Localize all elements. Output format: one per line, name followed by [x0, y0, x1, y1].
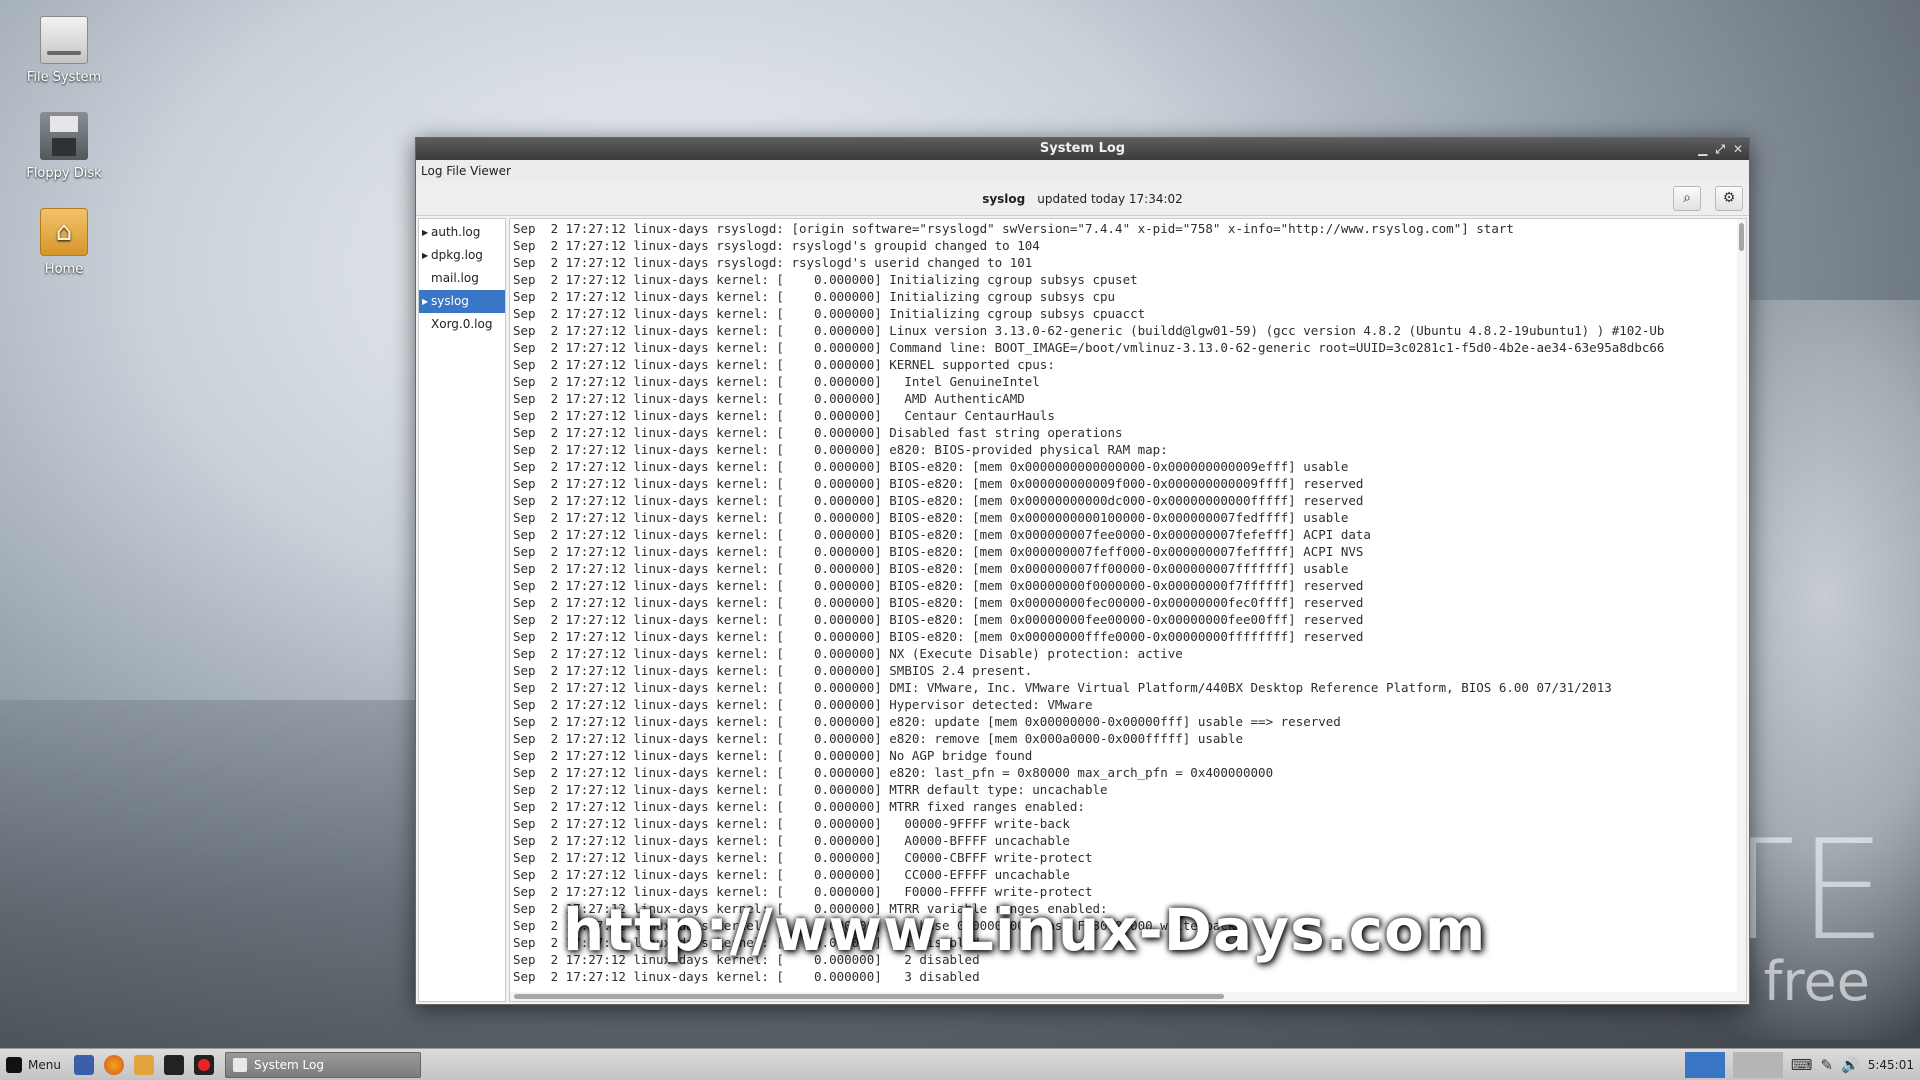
header-updated: updated today 17:34:02 [1037, 192, 1183, 206]
log-line[interactable]: Sep 2 17:27:12 linux-days kernel: [ 0.00… [513, 866, 1746, 883]
log-line[interactable]: Sep 2 17:27:12 linux-days kernel: [ 0.00… [513, 526, 1746, 543]
log-line[interactable]: Sep 2 17:27:12 linux-days kernel: [ 0.00… [513, 390, 1746, 407]
system-log-window: System Log ▁ ⤢ ✕ Log File Viewer syslog u… [415, 137, 1750, 1005]
log-line[interactable]: Sep 2 17:27:12 linux-days kernel: [ 0.00… [513, 288, 1746, 305]
log-file-list: ▶ auth.log ▶ dpkg.log mail.log ▶ syslog Xor… [418, 218, 506, 1002]
window-titlebar[interactable]: System Log ▁ ⤢ ✕ [416, 138, 1749, 160]
search-icon: ⌕ [1683, 190, 1691, 206]
start-menu-button[interactable]: Menu [0, 1049, 69, 1080]
log-lines: Sep 2 17:27:12 linux-days rsyslogd: [ori… [510, 219, 1746, 985]
file-item-mail-log[interactable]: mail.log [419, 267, 505, 290]
log-line[interactable]: Sep 2 17:27:12 linux-days kernel: [ 0.00… [513, 424, 1746, 441]
file-item-auth-log[interactable]: ▶ auth.log [419, 221, 505, 244]
log-line[interactable]: Sep 2 17:27:12 linux-days kernel: [ 0.00… [513, 781, 1746, 798]
log-line[interactable]: Sep 2 17:27:12 linux-days kernel: [ 0.00… [513, 645, 1746, 662]
log-line[interactable]: Sep 2 17:27:12 linux-days rsyslogd: rsys… [513, 254, 1746, 271]
log-line[interactable]: Sep 2 17:27:12 linux-days rsyslogd: [ori… [513, 220, 1746, 237]
log-line[interactable]: Sep 2 17:27:12 linux-days kernel: [ 0.00… [513, 441, 1746, 458]
workspace-1[interactable] [1684, 1051, 1725, 1078]
log-line[interactable]: Sep 2 17:27:12 linux-days kernel: [ 0.00… [513, 322, 1746, 339]
volume-icon[interactable]: 🔊 [1841, 1056, 1860, 1074]
record-icon[interactable] [193, 1054, 214, 1075]
log-line[interactable]: Sep 2 17:27:12 linux-days kernel: [ 0.00… [513, 713, 1746, 730]
window-title: System Log [1039, 141, 1126, 156]
desktop-icon-floppy-disk[interactable]: Floppy Disk [20, 112, 108, 181]
log-line[interactable]: Sep 2 17:27:12 linux-days kernel: [ 0.00… [513, 628, 1746, 645]
log-line[interactable]: Sep 2 17:27:12 linux-days kernel: [ 0.00… [513, 458, 1746, 475]
log-line[interactable]: Sep 2 17:27:12 linux-days kernel: [ 0.00… [513, 492, 1746, 509]
taskbar: Menu System Log ⌨ ✎ 🔊 5:45:01 [0, 1048, 1920, 1080]
desktop-icon-label: File System [26, 70, 102, 85]
log-line[interactable]: Sep 2 17:27:12 linux-days kernel: [ 0.00… [513, 577, 1746, 594]
log-line[interactable]: Sep 2 17:27:12 linux-days kernel: [ 0.00… [513, 730, 1746, 747]
log-line[interactable]: Sep 2 17:27:12 linux-days kernel: [ 0.00… [513, 815, 1746, 832]
minimize-icon[interactable]: ▁ [1698, 138, 1707, 160]
file-item-dpkg-log[interactable]: ▶ dpkg.log [419, 244, 505, 267]
drive-icon [40, 16, 88, 64]
close-icon[interactable]: ✕ [1733, 138, 1743, 160]
file-manager-icon[interactable] [73, 1054, 94, 1075]
log-line[interactable]: Sep 2 17:27:12 linux-days rsyslogd: rsys… [513, 237, 1746, 254]
log-line[interactable]: Sep 2 17:27:12 linux-days kernel: [ 0.00… [513, 968, 1746, 985]
network-icon[interactable]: ✎ [1820, 1056, 1833, 1074]
horizontal-scrollbar[interactable] [510, 992, 1737, 1001]
log-line[interactable]: Sep 2 17:27:12 linux-days kernel: [ 0.00… [513, 339, 1746, 356]
desktop-icon-label: Home [44, 262, 84, 277]
expand-arrow-icon[interactable]: ▶ [422, 290, 428, 313]
firefox-icon[interactable] [103, 1054, 124, 1075]
log-line[interactable]: Sep 2 17:27:12 linux-days kernel: [ 0.00… [513, 305, 1746, 322]
desktop-icon-home[interactable]: Home [20, 208, 108, 277]
log-line[interactable]: Sep 2 17:27:12 linux-days kernel: [ 0.00… [513, 509, 1746, 526]
log-line[interactable]: Sep 2 17:27:12 linux-days kernel: [ 0.00… [513, 373, 1746, 390]
header-file-name: syslog [982, 192, 1026, 206]
header-title: syslog updated today 17:34:02 [416, 182, 1749, 216]
search-button[interactable]: ⌕ [1673, 186, 1701, 211]
log-line[interactable]: Sep 2 17:27:12 linux-days kernel: [ 0.00… [513, 407, 1746, 424]
clock[interactable]: 5:45:01 [1868, 1058, 1914, 1072]
folder-icon[interactable] [133, 1054, 154, 1075]
task-button-system-log[interactable]: System Log [224, 1051, 421, 1078]
desktop-icon-label: Floppy Disk [26, 166, 102, 181]
maximize-icon[interactable]: ⤢ [1715, 138, 1725, 160]
gear-icon: ⚙ [1722, 190, 1736, 206]
menu-log-file-viewer[interactable]: Log File Viewer [421, 164, 511, 178]
vertical-scrollbar[interactable] [1737, 219, 1746, 1001]
scroll-thumb[interactable] [1739, 223, 1744, 251]
log-line[interactable]: Sep 2 17:27:12 linux-days kernel: [ 0.00… [513, 560, 1746, 577]
system-tray: ⌨ ✎ 🔊 5:45:01 [1684, 1049, 1920, 1080]
menu-logo-icon [6, 1056, 22, 1073]
log-line[interactable]: Sep 2 17:27:12 linux-days kernel: [ 0.00… [513, 696, 1746, 713]
watermark: http://www.Linux-Days.com [563, 896, 1487, 964]
desktop-icon-file-system[interactable]: File System [20, 16, 108, 85]
menubar: Log File Viewer [416, 160, 1749, 182]
log-view[interactable]: Sep 2 17:27:12 linux-days rsyslogd: [ori… [509, 218, 1747, 1002]
log-line[interactable]: Sep 2 17:27:12 linux-days kernel: [ 0.00… [513, 798, 1746, 815]
settings-button[interactable]: ⚙ [1715, 186, 1743, 211]
log-line[interactable]: Sep 2 17:27:12 linux-days kernel: [ 0.00… [513, 543, 1746, 560]
menu-label: Menu [28, 1057, 61, 1072]
expand-arrow-icon[interactable]: ▶ [422, 244, 428, 267]
terminal-icon[interactable] [163, 1054, 184, 1075]
log-line[interactable]: Sep 2 17:27:12 linux-days kernel: [ 0.00… [513, 764, 1746, 781]
log-line[interactable]: Sep 2 17:27:12 linux-days kernel: [ 0.00… [513, 679, 1746, 696]
keyboard-icon[interactable]: ⌨ [1791, 1056, 1813, 1074]
log-line[interactable]: Sep 2 17:27:12 linux-days kernel: [ 0.00… [513, 747, 1746, 764]
floppy-icon [40, 112, 88, 160]
file-item-syslog[interactable]: ▶ syslog [419, 290, 505, 313]
file-item-xorg-log[interactable]: Xorg.0.log [419, 313, 505, 336]
log-line[interactable]: Sep 2 17:27:12 linux-days kernel: [ 0.00… [513, 832, 1746, 849]
scroll-thumb[interactable] [514, 994, 1224, 999]
log-line[interactable]: Sep 2 17:27:12 linux-days kernel: [ 0.00… [513, 271, 1746, 288]
home-folder-icon [40, 208, 88, 256]
workspace-2[interactable] [1732, 1051, 1783, 1078]
log-line[interactable]: Sep 2 17:27:12 linux-days kernel: [ 0.00… [513, 849, 1746, 866]
header-bar: syslog updated today 17:34:02 ⌕ ⚙ [416, 182, 1749, 216]
log-line[interactable]: Sep 2 17:27:12 linux-days kernel: [ 0.00… [513, 594, 1746, 611]
log-line[interactable]: Sep 2 17:27:12 linux-days kernel: [ 0.00… [513, 662, 1746, 679]
expand-arrow-icon[interactable]: ▶ [422, 221, 428, 244]
log-line[interactable]: Sep 2 17:27:12 linux-days kernel: [ 0.00… [513, 356, 1746, 373]
log-line[interactable]: Sep 2 17:27:12 linux-days kernel: [ 0.00… [513, 475, 1746, 492]
log-line[interactable]: Sep 2 17:27:12 linux-days kernel: [ 0.00… [513, 611, 1746, 628]
wallpaper-sub: free [1763, 950, 1870, 1013]
